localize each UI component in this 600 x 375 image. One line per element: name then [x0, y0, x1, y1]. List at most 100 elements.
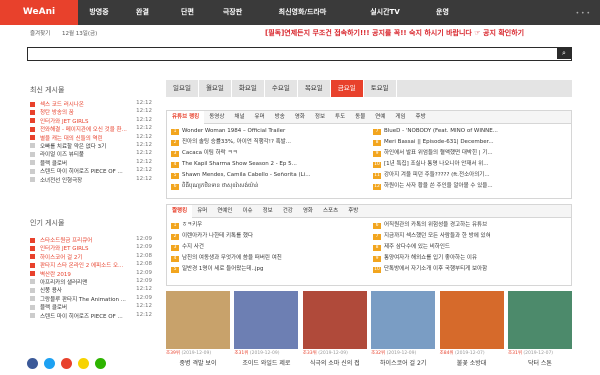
- menu-airing[interactable]: 방영중: [78, 0, 120, 25]
- list-item[interactable]: 오빠를 치료할 약은 없다 3기 12:12: [30, 142, 152, 150]
- category-tab[interactable]: 영화: [290, 111, 310, 124]
- thumbnail-image[interactable]: [439, 291, 504, 349]
- list-item[interactable]: 별을 캐는 대의 신들의 역린 12:12: [30, 134, 152, 142]
- thumbnail-image[interactable]: [507, 291, 572, 349]
- category-tab[interactable]: 채널: [229, 111, 249, 124]
- post-title[interactable]: 스텐드 마이 히어로즈 PIECE OF ...: [40, 314, 123, 320]
- post-title[interactable]: 판타지 스타 온라인 2 에피소드 오...: [40, 263, 123, 269]
- category-tab[interactable]: 건강: [278, 205, 298, 218]
- ranking-item[interactable]: 5 Shawn Mendes, Camila Cabello - Señorita…: [171, 170, 365, 181]
- ranking-title[interactable]: 단톡방에서 자기소개 이후 국행부티게 보아함: [384, 266, 487, 272]
- ranking-item[interactable]: 11 강아지 겨울 피던 주들????? (ft.전소아의기...: [373, 170, 567, 181]
- twitter-icon[interactable]: [44, 358, 55, 369]
- list-item[interactable]: 하이스코어 걸 2기 12:08: [30, 253, 152, 261]
- post-title[interactable]: 하이스코어 걸 2기: [40, 255, 82, 261]
- menu-admin[interactable]: 운영: [420, 0, 465, 25]
- post-title[interactable]: 인터가와 JET GIRLS: [40, 246, 88, 252]
- category-tab[interactable]: 정보: [258, 205, 278, 218]
- ranking-title[interactable]: 강아지 겨울 피던 주들????? (ft.전소아의기...: [384, 172, 490, 178]
- ranking-title[interactable]: 어직원관의 카톡의 위험성을 경고하는 유튜브: [384, 222, 487, 228]
- thumbnail-image[interactable]: [166, 291, 230, 349]
- menu-live-tv[interactable]: 실시간TV: [350, 0, 420, 25]
- post-title[interactable]: 스타소드원금 프리큐어: [40, 238, 92, 244]
- category-tab[interactable]: 유머: [192, 205, 212, 218]
- thumbnail-card[interactable]: 조33위 (2019-12-09) 식극의 소마 신의 접: [302, 291, 367, 375]
- menu-latest-movie-drama[interactable]: 최신영화/드라마: [255, 0, 350, 25]
- post-title[interactable]: 그랑블루 판타지 The Animation ...: [40, 297, 126, 303]
- list-item[interactable]: 스타소드원금 프리큐어 12:09: [30, 236, 152, 244]
- thumbnail-caption[interactable]: 하이스코어 걸 2기: [371, 358, 435, 367]
- thumbnail-caption[interactable]: 중병 격발 보이: [166, 358, 230, 367]
- ranking-title[interactable]: 하원이는 사자 황을 쓴 주인을 알아볼 수 있을...: [384, 183, 493, 189]
- list-item[interactable]: 전와해결 - 메이지관에 오신 것을 환... 12:12: [30, 125, 152, 133]
- list-item[interactable]: 신쭝 용사 12:12: [30, 286, 152, 294]
- notice-banner[interactable]: [필독]연제든지 무조건 접속하기!!! 공지를 꼭!! 숙지 하시기 바랍니다…: [265, 28, 524, 38]
- ranking-title[interactable]: 통양여자가 해외쇼를 입기 좋아하는 이유: [384, 255, 477, 261]
- list-item[interactable]: 아프리카의 샐러리맨 12:09: [30, 278, 152, 286]
- ranking-title[interactable]: 이렌아카가 나한테 키톡를 했다: [182, 233, 253, 239]
- list-item[interactable]: 판타지 스타 온라인 2 에피소드 오... 12:08: [30, 261, 152, 269]
- ranking-item[interactable]: 12 하원이는 사자 황을 쓴 주인을 알아볼 수 있을...: [373, 181, 567, 192]
- list-item[interactable]: 그랑블루 판타지 The Animation ... 12:09: [30, 295, 152, 303]
- ranking-item[interactable]: 4 The Kapil Sharma Show Season 2 - Ep 5..…: [171, 159, 365, 170]
- list-item[interactable]: 스텐드 마이 히어로즈 PIECE OF ... 12:12: [30, 167, 152, 175]
- post-title[interactable]: 아프리카의 샐러리맨: [40, 280, 87, 286]
- ranking-title[interactable]: 하인에서 발표 위엄들의 혈액했떤 대박힌 | 기...: [384, 150, 493, 156]
- post-title[interactable]: 라이얼 이즈 뷰티풀: [40, 152, 84, 158]
- ranking-item[interactable]: 1 Wonder Woman 1984 – Official Trailer: [171, 126, 365, 137]
- thumbnail-caption[interactable]: 닥터 스톤: [508, 358, 572, 367]
- ranking-item[interactable]: 3 Cacaca 이팀 하락 ㅋㅋ: [171, 148, 365, 159]
- menu-completed[interactable]: 완결: [120, 0, 165, 25]
- list-item[interactable]: 인터가와 JET GIRLS 12:09: [30, 244, 152, 252]
- category-tab[interactable]: 유머: [250, 111, 270, 124]
- ranking-title[interactable]: Wonder Woman 1984 – Official Trailer: [182, 128, 285, 134]
- tab-day[interactable]: 목요일: [298, 80, 331, 97]
- ranking-title[interactable]: 지금까지 섹스했던 모든 사람들과 한 방에 있혀: [384, 233, 491, 239]
- thumbnail-card[interactable]: 조31위 (2019-12-07) 닥터 스톤: [507, 291, 572, 375]
- search-icon[interactable]: ⌕: [557, 48, 571, 59]
- ranking-item[interactable]: 7 BlueD - 'NOBODY (Feat. MINO of WINNE...: [373, 126, 567, 137]
- category-tab[interactable]: 방송: [270, 111, 290, 124]
- ranking-title[interactable]: Shawn Mendes, Camila Cabello - Señorita …: [182, 172, 310, 178]
- ranking-title[interactable]: 진아의 솔팅 승률33%, 아이언 직행각!? 혹발...: [182, 139, 291, 145]
- ranking-item[interactable]: 2 이렌아카가 나한테 키톡를 했다: [171, 231, 365, 242]
- ranking-title[interactable]: BlueD - 'NOBODY (Feat. MINO of WINNE...: [384, 128, 498, 134]
- ranking-item[interactable]: 8 제주 삼다수에 있는 비하인드: [373, 242, 567, 253]
- thumbnail-card[interactable]: 조32위 (2019-12-09) 하이스코어 걸 2기: [371, 291, 436, 375]
- list-item[interactable]: 청탄 방송의 꿈 12:12: [30, 108, 152, 116]
- ranking-title[interactable]: ពិធីបុណ្យកឋិនទាន ថាសុខរ៉ាសង់យ៉ាន់: [182, 183, 258, 189]
- list-item[interactable]: 인터가와 JET GIRLS 12:12: [30, 117, 152, 125]
- ranking-item[interactable]: 4 남친의 여동생과 무엇가에 씀을 떠버린 여친: [171, 253, 365, 264]
- list-item[interactable]: 소녀전선 인형극장 12:12: [30, 176, 152, 184]
- tab-day[interactable]: 금요일: [330, 80, 364, 97]
- category-tab[interactable]: 투도: [330, 111, 350, 124]
- thumbnail-image[interactable]: [234, 291, 299, 349]
- ranking-item[interactable]: 1 ㅎㅋ키우: [171, 220, 365, 231]
- category-tab[interactable]: 동물: [350, 111, 370, 124]
- more-dots-icon[interactable]: • • •: [576, 10, 590, 17]
- tab-day[interactable]: 수요일: [265, 80, 298, 97]
- band-icon[interactable]: [95, 358, 106, 369]
- category-tab[interactable]: 영화: [298, 205, 318, 218]
- post-title[interactable]: 전와해결 - 메이지관에 오신 것을 환...: [40, 127, 127, 133]
- ranking-item[interactable]: 6 어직원관의 카톡의 위험성을 경고하는 유튜브: [373, 220, 567, 231]
- category-tab[interactable]: 후방: [343, 205, 363, 218]
- ranking-title[interactable]: ㅎㅋ키우: [182, 222, 202, 228]
- facebook-icon[interactable]: [27, 358, 38, 369]
- category-tab[interactable]: 연예: [370, 111, 390, 124]
- ranking-item[interactable]: 9 하인에서 발표 위엄들의 혈액했떤 대박힌 | 기...: [373, 148, 567, 159]
- ranking-title[interactable]: 남친의 여동생과 무엇가에 씀을 떠버린 여친: [182, 255, 282, 261]
- ranking-title[interactable]: 일반경 1명이 세로 들어왔는데..jpg: [182, 266, 263, 272]
- menu-short[interactable]: 단편: [165, 0, 210, 25]
- tab-day[interactable]: 일요일: [166, 80, 199, 97]
- category-tab[interactable]: 연예인: [212, 205, 237, 218]
- thumbnail-image[interactable]: [371, 291, 436, 349]
- post-title[interactable]: 블랙 클로버: [40, 305, 67, 311]
- tab-day[interactable]: 토요일: [364, 80, 397, 97]
- post-title[interactable]: 오빠를 치료할 약은 없다 3기: [40, 144, 106, 150]
- ranking-item[interactable]: 10 단톡방에서 자기소개 이후 국행부티게 보아함: [373, 264, 567, 275]
- thumbnail-card[interactable]: 조84위 (2019-12-07) 불꽃 소방대: [439, 291, 504, 375]
- post-title[interactable]: 별을 캐는 대의 신들의 역린: [40, 136, 103, 142]
- list-item[interactable]: 벽산란 2019 12:09: [30, 270, 152, 278]
- thumbnail-caption[interactable]: 조이드 와일드 제로: [234, 358, 298, 367]
